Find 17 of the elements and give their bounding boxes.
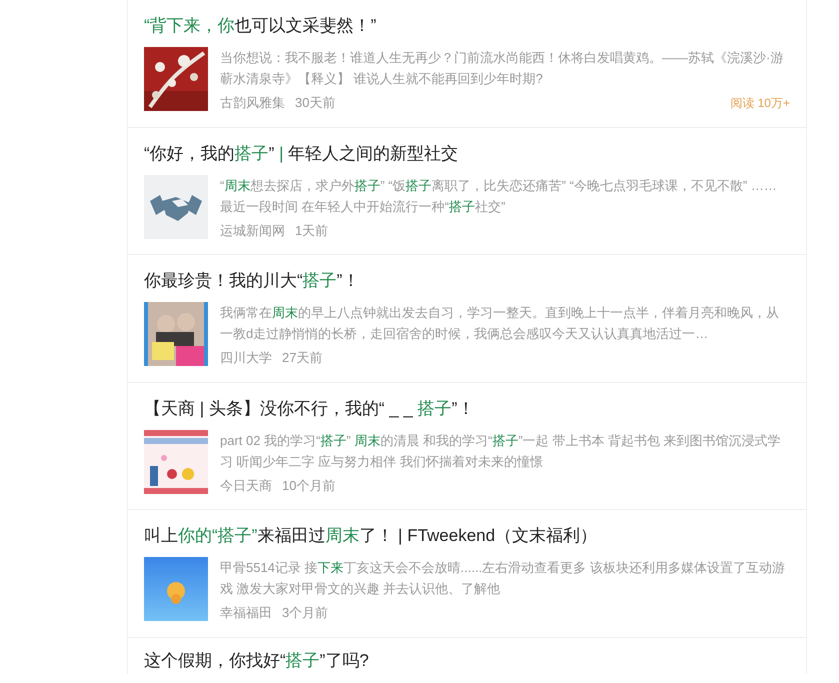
- article-title[interactable]: “背下来，你也可以文采斐然！”: [144, 13, 790, 39]
- article-snippet: 当你想说：我不服老！谁道人生无再少？门前流水尚能西！休将白发唱黄鸡。——苏轼《浣溪沙·游蕲水清泉寺》【释义】 谁说人生就不能再回到少年时期?: [220, 49, 784, 88]
- article-title[interactable]: 这个假期，你找好“搭子”了吗?: [144, 648, 790, 674]
- publish-time: 3个月前: [282, 604, 328, 622]
- article-title[interactable]: “你好，我的搭子” | 年轻人之间的新型社交: [144, 140, 790, 166]
- article-snippet: 甲骨5514记录 接下来丁亥这天会不会放晴......左右滑动查看更多 该板块还利用多媒体设置了互动游戏 激发大家对甲骨文的兴趣 并去认识他、了解他: [220, 559, 786, 598]
- publish-time: 27天前: [282, 349, 322, 367]
- publish-time: 1天前: [295, 222, 328, 240]
- article-snippet: “周末想去探店，求户外搭子” “饭搭子离职了，比失恋还痛苦” “今晚七点羽毛球课，不见不散” …… 最近一段时间 在年轻人中开始流行一种“搭子社交”: [220, 176, 778, 216]
- publish-time: 10个月前: [282, 476, 336, 494]
- article-title[interactable]: 你最珍贵！我的川大“搭子”！: [144, 268, 790, 294]
- article-snippet: part 02 我的学习“搭子” 周末的清晨 和我的学习“搭子”一起 带上书本 背起书包 来到图书馆沉浸式学习 听闻少年二字 应与努力相伴 我们怀揣着对未来的憧憬: [220, 432, 782, 470]
- read-count: 阅读 10万+: [730, 94, 790, 112]
- article-title[interactable]: 【天商 | 头条】没你不行，我的“ _ _ 搭子”！: [144, 396, 790, 422]
- article-snippet: 我俩常在周末的早上八点钟就出发去自习，学习一整天。直到晚上十一点半，伴着月亮和晚风，从一教d走过静悄悄的长桥，走回宿舍的时候，我俩总会感叹今天又认认真真地活过一…: [220, 304, 780, 343]
- article-title[interactable]: 叫上你的“搭子”来福田过周末了！ | FTweekend（文末福利）: [144, 523, 790, 549]
- publish-time: 30天前: [295, 94, 336, 112]
